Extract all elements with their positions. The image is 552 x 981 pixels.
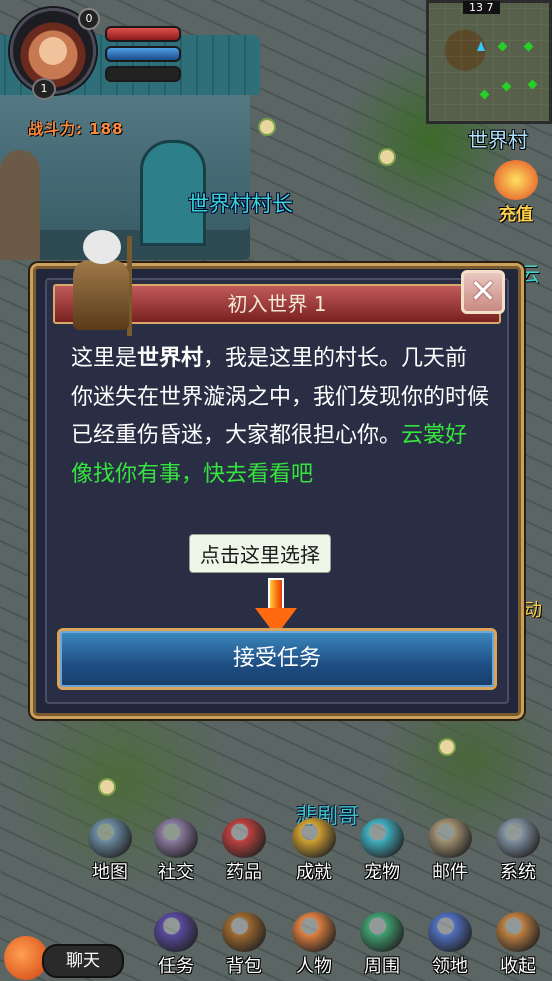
dialog-text-place: 世界村	[137, 346, 204, 371]
location-name: 世界村	[468, 128, 528, 152]
arrow-shaft	[268, 578, 284, 612]
menu-label: 药品	[226, 862, 262, 883]
recharge-label: 充值	[499, 205, 533, 225]
house-arch	[0, 150, 40, 260]
menu-button-gear[interactable]: 系统	[488, 818, 548, 883]
menu-button-character[interactable]: 人物	[284, 912, 344, 977]
dialog-text: 这里是世界村，我是这里的村长。几天前你迷失在世界漩涡之中，我们发现你的时候已经重…	[71, 340, 489, 494]
close-button[interactable]: ✕	[461, 270, 505, 314]
menu-label: 社交	[158, 862, 194, 883]
level-badge: 1	[32, 78, 56, 100]
recharge-icon	[494, 160, 538, 200]
mail-icon	[428, 818, 472, 858]
menu-button-bag[interactable]: 背包	[214, 912, 274, 977]
hint-tooltip: 点击这里选择	[189, 534, 331, 573]
minimap[interactable]: 13 7	[426, 0, 552, 124]
menu-button-trophy[interactable]: 成就	[284, 818, 344, 883]
flower	[380, 150, 394, 164]
menu-button-pet[interactable]: 宠物	[352, 818, 412, 883]
village-elder-portrait	[67, 226, 137, 336]
xp-bar	[105, 66, 181, 82]
elder-head	[83, 230, 121, 264]
chat-button[interactable]: 聊天	[4, 936, 124, 980]
flower	[100, 780, 114, 794]
avatar-face	[39, 37, 67, 65]
minimap-grid	[429, 3, 549, 121]
accept-quest-button[interactable]: 接受任务	[57, 628, 497, 690]
potion-icon	[222, 818, 266, 858]
quest-dialog: 初入世界 1 ✕ 这里是世界村，我是这里的村长。几天前你迷失在世界漩涡之中，我们…	[30, 230, 524, 719]
flower	[260, 120, 274, 134]
combat-power: 战斗力: 188	[28, 120, 124, 138]
notification-badge: 0	[78, 8, 100, 30]
collapse-icon	[496, 912, 540, 952]
menu-label: 成就	[296, 862, 332, 883]
chat-label: 聊天	[42, 944, 124, 978]
menu-button-territory[interactable]: 领地	[420, 912, 480, 977]
minimap-coord: 13 7	[463, 1, 500, 14]
character-icon	[292, 912, 336, 952]
recharge-button[interactable]: 充值	[486, 160, 546, 226]
menu-label: 系统	[500, 862, 536, 883]
menu-label: 任务	[158, 956, 194, 977]
hp-bar	[105, 26, 181, 42]
menu-label: 地图	[92, 862, 128, 883]
menu-button-nearby[interactable]: 周围	[352, 912, 412, 977]
elder-body	[73, 260, 129, 330]
nearby-icon	[360, 912, 404, 952]
menu-button-collapse[interactable]: 收起	[488, 912, 548, 977]
menu-label: 周围	[364, 956, 400, 977]
mp-bar	[105, 46, 181, 62]
menu-label: 收起	[500, 956, 536, 977]
map-icon	[88, 818, 132, 858]
menu-label: 人物	[296, 956, 332, 977]
menu-button-map[interactable]: 地图	[80, 818, 140, 883]
menu-button-potion[interactable]: 药品	[214, 818, 274, 883]
activity-label-edge[interactable]: 动	[524, 596, 542, 622]
menu-label: 背包	[226, 956, 262, 977]
menu-label: 宠物	[364, 862, 400, 883]
menu-label: 领地	[432, 956, 468, 977]
flower	[440, 740, 454, 754]
dialog-text-prefix: 这里是	[71, 346, 138, 371]
quest-book-icon	[154, 912, 198, 952]
territory-icon	[428, 912, 472, 952]
menu-button-social[interactable]: 社交	[146, 818, 206, 883]
menu-label: 邮件	[432, 862, 468, 883]
gear-icon	[496, 818, 540, 858]
pet-icon	[360, 818, 404, 858]
menu-button-mail[interactable]: 邮件	[420, 818, 480, 883]
social-icon	[154, 818, 198, 858]
trophy-icon	[292, 818, 336, 858]
bag-icon	[222, 912, 266, 952]
menu-button-quest-book[interactable]: 任务	[146, 912, 206, 977]
npc-name-label[interactable]: 世界村村长	[188, 188, 293, 218]
